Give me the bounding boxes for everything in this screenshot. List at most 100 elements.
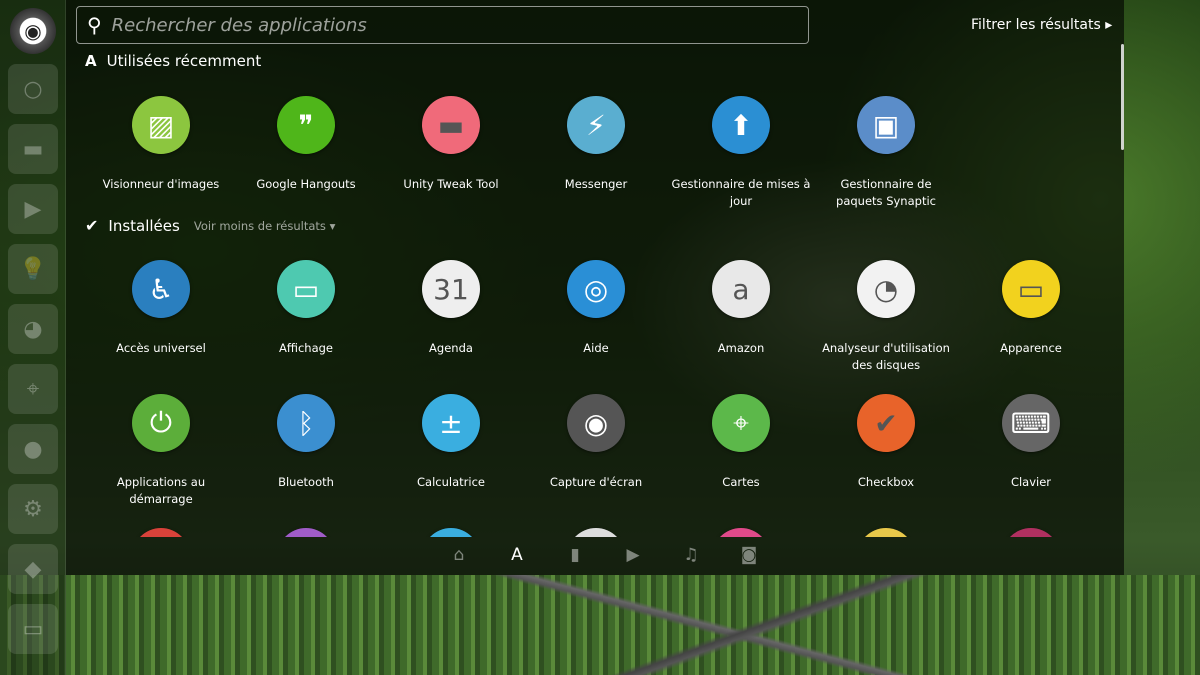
search-icon: ⚲ [87,13,102,37]
app-tile[interactable]: ▭ Affichage [236,260,376,357]
launcher-controller-icon[interactable]: ◆ [8,544,58,594]
app-icon: ▣ [857,96,915,154]
app-icon: 31 [422,260,480,318]
app-icon: ◎ [567,260,625,318]
app-label: Accès universel [116,341,206,355]
lens-video-icon[interactable]: ▶ [604,545,662,565]
app-icon[interactable] [132,528,190,537]
app-icon[interactable] [857,528,915,537]
app-label: Gestionnaire de paquets Synaptic [836,177,936,208]
app-tile[interactable]: ▭ Apparence [961,260,1101,357]
launcher-ubuntu-logo-icon[interactable]: ◉ [10,8,56,54]
app-icon: a [712,260,770,318]
app-icon: ▬ [422,96,480,154]
app-label: Amazon [717,341,765,355]
app-label: Bluetooth [278,475,334,489]
app-tile[interactable]: ▬ Unity Tweak Tool [381,96,521,193]
app-icon: ▭ [277,260,335,318]
app-label: Applications au démarrage [116,475,206,506]
scrollbar[interactable] [1121,44,1124,150]
app-label: Messenger [564,177,628,191]
launcher-play-icon[interactable]: ▶ [8,184,58,234]
app-icon: ± [422,394,480,452]
category-title: Installées [108,216,180,235]
app-icon: ⏻ [132,394,190,452]
app-tile[interactable]: ⏻ Applications au démarrage [91,394,231,508]
app-icon: ▨ [132,96,190,154]
app-tile[interactable]: ᛒ Bluetooth [236,394,376,491]
category-installed: ✔ Installées Voir moins de résultats ▾ [85,216,335,235]
app-label: Analyseur d'utilisation des disques [822,341,950,372]
app-tile[interactable]: a Amazon [671,260,811,357]
app-icon: ❞ [277,96,335,154]
app-tile[interactable]: ⌨ Clavier [961,394,1101,491]
app-tile[interactable]: ± Calculatrice [381,394,521,491]
app-icon[interactable] [567,528,625,537]
app-icon: ✔ [857,394,915,452]
launcher-face-icon[interactable]: ◕ [8,304,58,354]
app-label: Agenda [429,341,473,355]
app-label: Cartes [722,475,760,489]
app-icon[interactable] [1002,528,1060,537]
search-box[interactable]: ⚲ [76,6,809,44]
lens-home-icon[interactable]: ⌂ [430,545,488,565]
app-tile[interactable]: ▣ Gestionnaire de paquets Synaptic [816,96,956,210]
app-icon: ⌖ [712,394,770,452]
app-tile[interactable]: ✔ Checkbox [816,394,956,491]
launcher-folder-icon[interactable]: ▬ [8,124,58,174]
partial-row [66,525,1124,537]
lens-files-icon[interactable]: ▮ [546,545,604,565]
launcher-bulb-icon[interactable]: 💡 [8,244,58,294]
applications-icon: A [85,52,97,70]
launcher: ◉ ○ ▬ ▶ 💡 ◕ ⌖ ● ⚙ ◆ ▭ [0,0,66,675]
app-icon: ⬆ [712,96,770,154]
app-icon[interactable] [422,528,480,537]
app-label: Gestionnaire de mises à jour [671,177,811,208]
app-label: Unity Tweak Tool [403,177,499,191]
app-tile[interactable]: 31 Agenda [381,260,521,357]
app-icon: ⚡ [567,96,625,154]
app-icon[interactable] [712,528,770,537]
app-icon: ⌨ [1002,394,1060,452]
search-input[interactable] [111,14,762,36]
app-icon: ▭ [1002,260,1060,318]
app-label: Visionneur d'images [102,177,220,191]
app-tile[interactable]: ◔ Analyseur d'utilisation des disques [816,260,956,374]
filter-results-button[interactable]: Filtrer les résultats ▸ [971,17,1112,33]
app-tile[interactable]: ♿ Accès universel [91,260,231,357]
lens-photos-icon[interactable]: ◙ [720,545,778,565]
app-label: Clavier [1010,475,1052,489]
app-tile[interactable]: ◎ Aide [526,260,666,357]
wallpaper-ground [0,575,1200,675]
lens-applications-icon[interactable]: A [488,545,546,565]
launcher-camera-icon[interactable]: ● [8,424,58,474]
app-tile[interactable]: ⚡ Messenger [526,96,666,193]
launcher-window-icon[interactable]: ▭ [8,604,58,654]
app-tile[interactable]: ❞ Google Hangouts [236,96,376,193]
lens-music-icon[interactable]: ♫ [662,545,720,565]
app-icon: ᛒ [277,394,335,452]
app-icon: ◉ [567,394,625,452]
category-title: Utilisées récemment [106,52,262,70]
app-label: Checkbox [857,475,915,489]
app-label: Google Hangouts [256,177,356,191]
app-label: Affichage [278,341,334,355]
app-label: Calculatrice [417,475,485,489]
app-tile[interactable]: ▨ Visionneur d'images [91,96,231,193]
app-label: Capture d'écran [549,475,643,489]
app-icon: ◔ [857,260,915,318]
app-tile[interactable]: ⬆ Gestionnaire de mises à jour [671,96,811,210]
app-icon: ♿ [132,260,190,318]
app-tile[interactable]: ⌖ Cartes [671,394,811,491]
launcher-circle-icon[interactable]: ○ [8,64,58,114]
launcher-map-icon[interactable]: ⌖ [8,364,58,414]
app-label: Aide [583,341,609,355]
category-recent: A Utilisées récemment [85,52,261,70]
app-icon[interactable] [277,528,335,537]
launcher-gear-icon[interactable]: ⚙ [8,484,58,534]
lens-bar: ⌂ A ▮ ▶ ♫ ◙ [430,545,778,565]
app-tile[interactable]: ◉ Capture d'écran [526,394,666,491]
app-label: Apparence [1000,341,1062,355]
checkmark-circle-icon: ✔ [85,216,99,235]
show-less-results-button[interactable]: Voir moins de résultats ▾ [194,219,336,233]
